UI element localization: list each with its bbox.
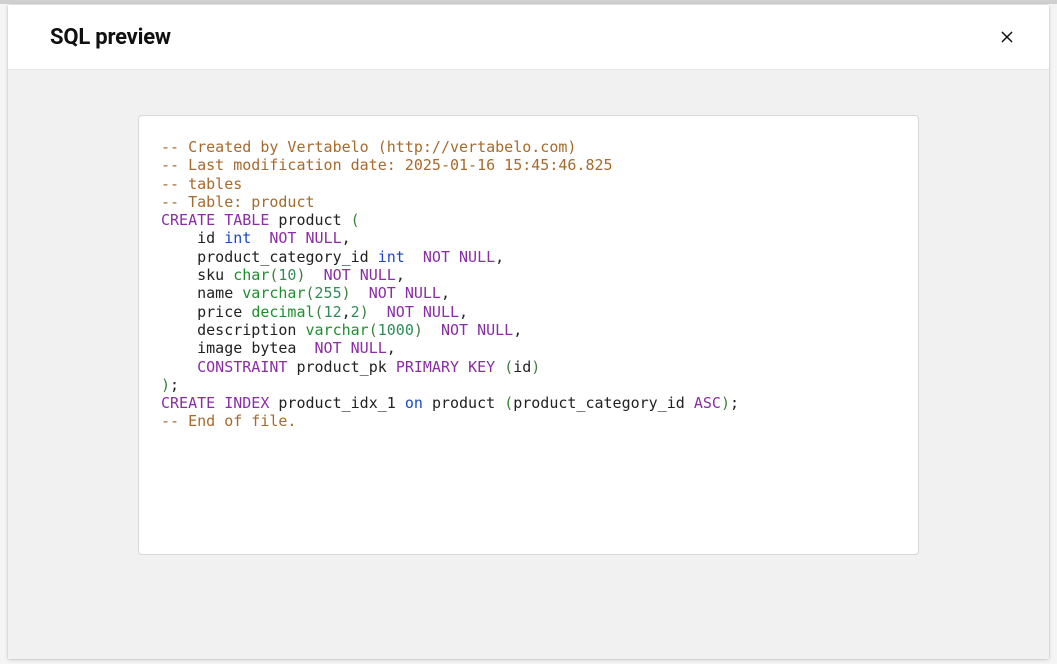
code-token: , [342,229,351,247]
code-token: -- Created by Vertabelo (http://vertabel… [161,138,576,156]
code-token: 255 [315,284,342,302]
code-token: ( [504,394,513,412]
code-token: NULL [459,248,495,266]
code-token: product_pk [296,358,386,376]
code-token: ASC [694,394,721,412]
code-token: ) [721,394,730,412]
code-token: NOT [315,339,342,357]
code-token: 10 [278,266,296,284]
app-toolbar-placeholder [0,0,1057,4]
modal-title: SQL preview [50,25,171,50]
code-token: varchar [306,321,369,339]
code-token: product [432,394,495,412]
code-token: , [441,284,450,302]
code-token: ; [730,394,739,412]
code-token: id [197,229,215,247]
close-button[interactable] [993,23,1021,51]
code-token: KEY [468,358,495,376]
code-token: , [459,303,468,321]
code-token: product_idx_1 [278,394,395,412]
code-token: NULL [405,284,441,302]
code-token: on [405,394,423,412]
code-token: product_category_id [197,248,369,266]
code-token: NOT [269,229,296,247]
code-token: , [396,266,405,284]
code-token: product [278,211,341,229]
code-token: price [197,303,242,321]
code-token: NULL [351,339,387,357]
code-token: NOT [441,321,468,339]
code-token: CREATE [161,394,215,412]
code-token: -- End of file. [161,412,296,430]
code-token: ( [369,321,378,339]
code-token: CREATE [161,211,215,229]
code-token: ) [342,284,351,302]
code-token: bytea [251,339,296,357]
close-icon [999,28,1015,46]
sql-preview-modal: SQL preview -- Created by Vertabelo (htt… [8,5,1049,659]
code-token: INDEX [224,394,269,412]
code-token: , [495,248,504,266]
code-token: ; [170,376,179,394]
code-token: char [233,266,269,284]
code-token: ) [531,358,540,376]
code-token: PRIMARY [396,358,459,376]
code-token: varchar [242,284,305,302]
code-token: decimal [251,303,314,321]
code-token: ) [161,376,170,394]
code-token: id [513,358,531,376]
code-token: ) [296,266,305,284]
code-token: sku [197,266,224,284]
sql-code[interactable]: -- Created by Vertabelo (http://vertabel… [161,138,896,431]
code-token: ) [414,321,423,339]
code-token: NULL [306,229,342,247]
code-token: TABLE [224,211,269,229]
code-token: NULL [360,266,396,284]
code-token: ( [351,211,360,229]
code-token: int [378,248,405,266]
code-token: NULL [477,321,513,339]
code-token: name [197,284,233,302]
code-token: NOT [369,284,396,302]
code-token: CONSTRAINT [197,358,287,376]
code-token: image [197,339,242,357]
modal-body: -- Created by Vertabelo (http://vertabel… [8,70,1049,659]
code-token: ( [504,358,513,376]
code-token: product_category_id [513,394,685,412]
code-token: int [224,229,251,247]
code-token: description [197,321,296,339]
code-token: , [513,321,522,339]
code-token: ( [315,303,324,321]
code-token: ( [306,284,315,302]
code-token: NOT [387,303,414,321]
code-token: -- Table: product [161,193,315,211]
code-token: 1000 [378,321,414,339]
modal-header: SQL preview [8,5,1049,70]
sql-code-panel: -- Created by Vertabelo (http://vertabel… [138,115,919,555]
code-token: 12 [324,303,342,321]
code-token: NOT [324,266,351,284]
code-token: ) [360,303,369,321]
code-token: , [387,339,396,357]
code-token: -- Last modification date: 2025-01-16 15… [161,156,613,174]
code-token: NOT [423,248,450,266]
code-token: , [342,303,351,321]
code-token: -- tables [161,175,242,193]
code-token: NULL [423,303,459,321]
code-token: 2 [351,303,360,321]
